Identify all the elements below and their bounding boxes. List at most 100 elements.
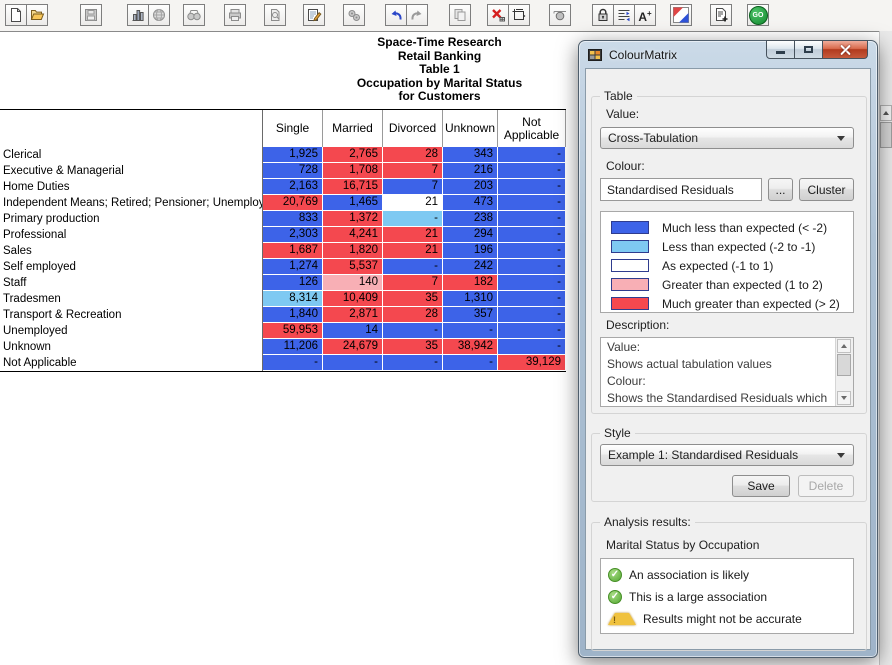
data-cell[interactable]: 4,241 — [323, 227, 383, 242]
row-label[interactable]: Clerical — [0, 147, 263, 163]
data-cell[interactable]: 20,769 — [263, 195, 323, 210]
data-cell[interactable]: - — [498, 323, 566, 338]
row-label[interactable]: Executive & Managerial — [0, 163, 263, 179]
column-header[interactable]: Divorced — [383, 110, 443, 147]
row-label[interactable]: Self employed — [0, 259, 263, 275]
data-cell[interactable]: 21 — [383, 243, 443, 258]
data-cell[interactable]: 35 — [383, 291, 443, 306]
save-button[interactable]: Save — [732, 475, 790, 497]
data-cell[interactable]: 10,409 — [323, 291, 383, 306]
data-cell[interactable]: 357 — [443, 307, 498, 322]
data-cell[interactable]: - — [498, 179, 566, 194]
data-cell[interactable]: 28 — [383, 147, 443, 162]
data-cell[interactable]: - — [443, 323, 498, 338]
data-cell[interactable]: 238 — [443, 211, 498, 226]
row-label[interactable]: Transport & Recreation — [0, 307, 263, 323]
data-cell[interactable]: 28 — [383, 307, 443, 322]
data-cell[interactable]: 203 — [443, 179, 498, 194]
scroll-up-button[interactable] — [837, 339, 851, 353]
data-cell[interactable]: - — [498, 243, 566, 258]
data-cell[interactable]: 343 — [443, 147, 498, 162]
data-cell[interactable]: 14 — [323, 323, 383, 338]
data-cell[interactable]: 7 — [383, 179, 443, 194]
data-cell[interactable]: - — [323, 355, 383, 370]
column-header[interactable]: Married — [323, 110, 383, 147]
data-cell[interactable]: 1,372 — [323, 211, 383, 226]
dialog-titlebar[interactable]: ColourMatrix — [579, 41, 877, 68]
data-cell[interactable]: 16,715 — [323, 179, 383, 194]
data-cell[interactable]: 2,163 — [263, 179, 323, 194]
edit-annotations-button[interactable] — [303, 4, 325, 26]
go-button[interactable]: GO — [747, 4, 769, 26]
data-cell[interactable]: 196 — [443, 243, 498, 258]
close-button[interactable] — [823, 40, 868, 59]
data-cell[interactable]: 140 — [323, 275, 383, 290]
data-cell[interactable]: 38,942 — [443, 339, 498, 354]
data-cell[interactable]: 39,129 — [498, 355, 566, 370]
data-cell[interactable]: 242 — [443, 259, 498, 274]
row-label[interactable]: Not Applicable — [0, 355, 263, 371]
scrollbar-thumb[interactable] — [837, 354, 851, 376]
target-item-button[interactable] — [549, 4, 571, 26]
data-cell[interactable]: 21 — [383, 195, 443, 210]
data-cell[interactable]: 59,953 — [263, 323, 323, 338]
data-cell[interactable]: 7 — [383, 275, 443, 290]
resize-table-button[interactable] — [508, 4, 530, 26]
new-document-button[interactable] — [5, 4, 27, 26]
data-cell[interactable]: 294 — [443, 227, 498, 242]
data-cell[interactable]: 833 — [263, 211, 323, 226]
main-vertical-scrollbar[interactable] — [879, 31, 892, 665]
scroll-down-button[interactable] — [837, 391, 851, 405]
data-cell[interactable]: - — [383, 259, 443, 274]
lock-button[interactable] — [592, 4, 614, 26]
data-cell[interactable]: - — [498, 147, 566, 162]
data-cell[interactable]: - — [498, 275, 566, 290]
row-label[interactable]: Tradesmen — [0, 291, 263, 307]
row-label[interactable]: Unknown — [0, 339, 263, 355]
data-cell[interactable]: 473 — [443, 195, 498, 210]
data-cell[interactable]: - — [498, 195, 566, 210]
row-label[interactable]: Independent Means; Retired; Pensioner; U… — [0, 195, 263, 211]
data-cell[interactable]: 1,687 — [263, 243, 323, 258]
colour-matrix-button[interactable] — [670, 4, 692, 26]
data-cell[interactable]: 1,820 — [323, 243, 383, 258]
data-cell[interactable]: - — [383, 323, 443, 338]
chart-view-button[interactable] — [127, 4, 149, 26]
colour-input[interactable]: Standardised Residuals — [600, 178, 762, 201]
scroll-up-button[interactable] — [880, 105, 892, 121]
data-cell[interactable]: 21 — [383, 227, 443, 242]
data-cell[interactable]: 1,465 — [323, 195, 383, 210]
data-cell[interactable]: 24,679 — [323, 339, 383, 354]
column-header[interactable]: Unknown — [443, 110, 498, 147]
minimize-button[interactable] — [766, 40, 795, 59]
data-cell[interactable]: 11,206 — [263, 339, 323, 354]
data-cell[interactable]: 126 — [263, 275, 323, 290]
row-label[interactable]: Home Duties — [0, 179, 263, 195]
wrap-headings-button[interactable] — [613, 4, 635, 26]
add-summation-button[interactable] — [710, 4, 732, 26]
delete-selection-button[interactable] — [487, 4, 509, 26]
browse-button[interactable]: ... — [768, 178, 793, 201]
data-cell[interactable]: 2,303 — [263, 227, 323, 242]
row-label[interactable]: Professional — [0, 227, 263, 243]
data-cell[interactable]: 1,840 — [263, 307, 323, 322]
data-cell[interactable]: 1,310 — [443, 291, 498, 306]
data-cell[interactable]: - — [383, 211, 443, 226]
scrollbar-thumb[interactable] — [880, 122, 892, 148]
data-cell[interactable]: 182 — [443, 275, 498, 290]
data-cell[interactable]: 1,925 — [263, 147, 323, 162]
data-cell[interactable]: - — [498, 163, 566, 178]
data-cell[interactable]: - — [498, 259, 566, 274]
data-cell[interactable]: 2,871 — [323, 307, 383, 322]
column-header[interactable]: Single — [263, 110, 323, 147]
maximize-button[interactable] — [795, 40, 823, 59]
data-cell[interactable]: 2,765 — [323, 147, 383, 162]
open-file-button[interactable] — [26, 4, 48, 26]
data-cell[interactable]: - — [443, 355, 498, 370]
data-cell[interactable]: 216 — [443, 163, 498, 178]
data-cell[interactable]: - — [263, 355, 323, 370]
data-cell[interactable]: 35 — [383, 339, 443, 354]
data-cell[interactable]: - — [383, 355, 443, 370]
cluster-button[interactable]: Cluster — [799, 178, 854, 201]
undo-button[interactable] — [385, 4, 407, 26]
